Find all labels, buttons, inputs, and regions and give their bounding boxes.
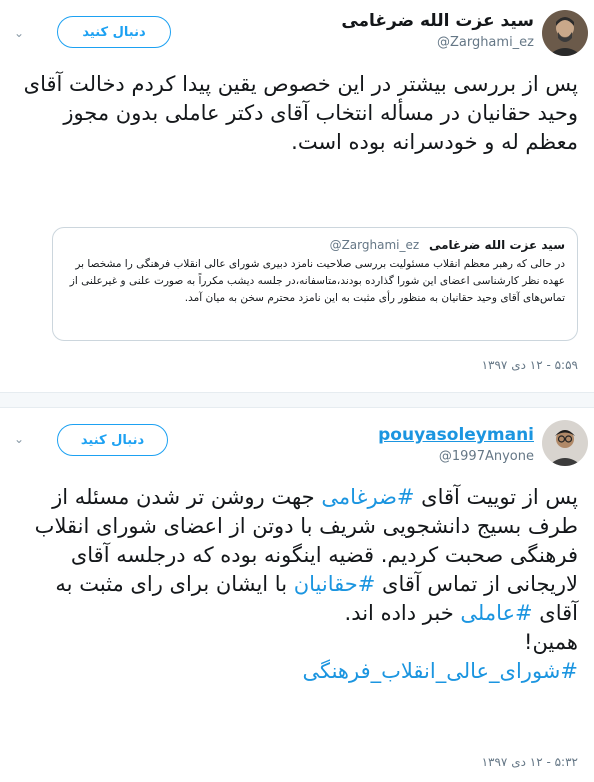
avatar[interactable]	[542, 420, 588, 466]
timestamp[interactable]: ۵:۳۲ - ۱۲ دی ۱۳۹۷	[482, 755, 578, 769]
quote-text: در حالی که رهبر معظم انقلاب مسئولیت بررس…	[69, 258, 565, 304]
chevron-down-icon[interactable]: ⌄	[12, 26, 26, 40]
tweet-1: ⌄ دنبال کنید سید عزت الله ضرغامی @Zargha…	[0, 0, 594, 385]
quote-header: سید عزت الله ضرغامی @Zarghami_ez	[65, 236, 565, 254]
text-segment: همین!	[524, 630, 578, 654]
hashtag-link[interactable]: #حقانیان	[294, 572, 376, 596]
tweet-author[interactable]: pouyasoleymani @1997Anyone	[378, 424, 534, 466]
quote-display-name: سید عزت الله ضرغامی	[428, 238, 565, 252]
avatar[interactable]	[542, 10, 588, 56]
display-name[interactable]: سید عزت الله ضرغامی	[341, 10, 534, 32]
timestamp[interactable]: ۵:۵۹ - ۱۲ دی ۱۳۹۷	[482, 358, 578, 372]
tweet-text: پس از بررسی بیشتر در این خصوص یقین پیدا …	[23, 72, 578, 154]
divider	[0, 392, 594, 408]
tweet-author[interactable]: سید عزت الله ضرغامی @Zarghami_ez	[341, 10, 534, 52]
username[interactable]: @Zarghami_ez	[341, 34, 534, 52]
quote-username: @Zarghami_ez	[329, 238, 420, 252]
chevron-down-icon[interactable]: ⌄	[12, 432, 26, 446]
hashtag-link[interactable]: #شورای_عالی_انقلاب_فرهنگی	[302, 659, 578, 683]
follow-button[interactable]: دنبال کنید	[57, 424, 168, 456]
quoted-tweet[interactable]: سید عزت الله ضرغامی @Zarghami_ez در حالی…	[52, 227, 578, 341]
follow-button[interactable]: دنبال کنید	[57, 16, 171, 48]
text-segment: پس از توییت آقای	[414, 485, 578, 509]
tweet-text: پس از توییت آقای #ضرغامی جهت روشن تر شدن…	[14, 483, 578, 686]
display-name[interactable]: pouyasoleymani	[378, 424, 534, 446]
text-segment: خبر داده اند.	[344, 601, 461, 625]
hashtag-link[interactable]: #عاملی	[460, 601, 532, 625]
username[interactable]: @1997Anyone	[378, 448, 534, 466]
hashtag-link[interactable]: #ضرغامی	[321, 485, 414, 509]
